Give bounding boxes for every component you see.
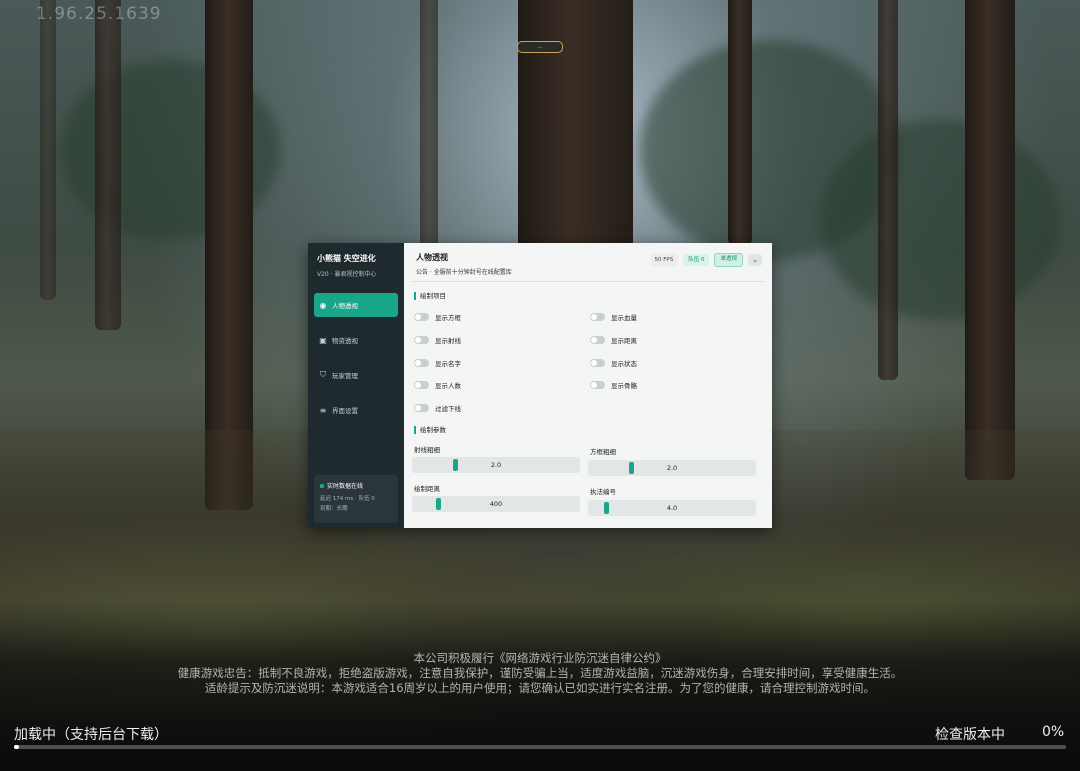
sidebar-item-player-management[interactable]: ⛉ 玩家管理 <box>314 363 398 387</box>
settings-icon: ≡ <box>319 405 327 415</box>
sidebar-item-label: 界面设置 <box>332 407 358 415</box>
shield-icon: ⛉ <box>320 370 326 379</box>
slider-value: 400 <box>489 500 503 508</box>
anti-addiction-pledge: 本公司积极履行《网络游戏行业防沉迷自律公约》 <box>413 651 667 665</box>
loading-percent: 0% <box>1042 724 1065 740</box>
tree-trunk <box>95 0 121 330</box>
sidebar-item-interface-settings[interactable]: ≡ 界面设置 <box>314 398 398 422</box>
toggle-show-count[interactable]: 显示人数 <box>414 380 461 390</box>
tree-trunk <box>420 0 438 250</box>
tree-trunk <box>40 0 56 300</box>
sidebar-item-player-esp[interactable]: ◉ 人物透视 <box>314 293 398 317</box>
status-title-row: 实时数据在线 <box>320 481 392 490</box>
version-check-status: 检查版本中 <box>935 727 1005 743</box>
toggle-label: 过滤下线 <box>435 405 461 413</box>
overlay-menu-window: 小熊猫 失空进化 V20 · 暴君视控制中心 ◉ 人物透视 ▣ 物资透视 ⛉ 玩… <box>308 243 772 528</box>
eye-icon: ◉ <box>319 300 327 310</box>
sidebar-item-label: 玩家管理 <box>332 372 358 380</box>
menu-subtitle: V20 · 暴君视控制中心 <box>317 271 377 278</box>
slider-label: 绘制距离 <box>414 485 440 493</box>
slider-enforce-number[interactable]: 4.0 <box>588 500 756 516</box>
tree-trunk <box>878 0 898 380</box>
toggle-switch[interactable] <box>414 404 429 412</box>
toggle-switch[interactable] <box>414 336 429 344</box>
sidebar-item-label: 人物透视 <box>332 302 358 310</box>
slider-value: 2.0 <box>666 464 678 472</box>
toggle-label: 显示人数 <box>435 382 461 390</box>
toggle-show-line[interactable]: 显示射线 <box>414 335 461 345</box>
team-badge: 队伍 0 <box>683 254 710 266</box>
toggle-label: 显示状态 <box>611 360 637 368</box>
toggle-filter-offline[interactable]: 过滤下线 <box>414 403 461 413</box>
toggle-show-health[interactable]: 显示血量 <box>590 312 637 322</box>
status-latency: 延迟 174 ms · 队伍 0 <box>320 496 375 502</box>
toggle-label: 显示射线 <box>435 337 461 345</box>
health-gaming-advice: 健康游戏忠告：抵制不良游戏，拒绝盗版游戏，注意自我保护，谨防受骗上当，适度游戏益… <box>177 666 903 680</box>
slider-label: 执法编号 <box>590 488 616 496</box>
tree-trunk <box>728 0 752 245</box>
sidebar-item-label: 物资透视 <box>332 337 358 345</box>
menu-brand: 小熊猫 失空进化 <box>317 254 376 263</box>
header-chips: 50 FPS 队伍 0 单透视 ⌄ <box>649 253 762 267</box>
toggle-show-skeleton[interactable]: 显示骨骼 <box>590 380 637 390</box>
toggle-label: 显示名字 <box>435 360 461 368</box>
slider-value: 2.0 <box>490 461 502 469</box>
header-divider <box>412 281 764 282</box>
loading-status: 加载中（支持后台下载） <box>14 727 168 743</box>
toggle-show-status[interactable]: 显示状态 <box>590 358 637 368</box>
menu-sidebar: 小熊猫 失空进化 V20 · 暴君视控制中心 ◉ 人物透视 ▣ 物资透视 ⛉ 玩… <box>308 243 404 528</box>
panel-title: 人物透视 <box>416 253 448 262</box>
slider-draw-distance[interactable]: 400 <box>412 496 580 512</box>
toggle-label: 显示方框 <box>435 314 461 322</box>
toggle-switch[interactable] <box>590 381 605 389</box>
loading-progress-bar <box>14 745 1066 749</box>
status-title: 实时数据在线 <box>327 483 364 490</box>
menu-main-panel: 人物透视 公告 · 全服前十分钟封号在线配置库 50 FPS 队伍 0 单透视 … <box>404 243 772 528</box>
toggle-switch[interactable] <box>590 359 605 367</box>
toggle-switch[interactable] <box>590 313 605 321</box>
version-label: 1.96.25.1639 <box>36 4 162 24</box>
toggle-switch[interactable] <box>414 313 429 321</box>
slider-label: 射线粗细 <box>414 446 440 454</box>
chevron-down-icon[interactable]: ⌄ <box>748 254 762 266</box>
toggle-label: 显示血量 <box>611 314 637 322</box>
toggle-show-name[interactable]: 显示名字 <box>414 358 461 368</box>
toggle-label: 显示距离 <box>611 337 637 345</box>
slider-value: 4.0 <box>666 504 678 512</box>
box-icon: ▣ <box>319 335 327 345</box>
status-expiry: 到期：长期 <box>320 506 348 512</box>
panel-notice: 公告 · 全服前十分钟封号在线配置库 <box>416 269 512 276</box>
toggle-label: 显示骨骼 <box>611 382 637 390</box>
live-status-card: 实时数据在线 延迟 174 ms · 队伍 0 到期：长期 <box>314 475 398 523</box>
foliage <box>820 120 1060 320</box>
online-dot-icon <box>320 483 324 488</box>
top-status-pill[interactable]: ... <box>517 41 563 53</box>
toggle-switch[interactable] <box>590 336 605 344</box>
slider-line-thickness[interactable]: 2.0 <box>412 457 580 473</box>
loading-progress-fill <box>14 745 20 749</box>
section-draw-items: 绘制项目 <box>414 292 446 300</box>
mode-button[interactable]: 单透视 <box>714 253 743 267</box>
sidebar-item-item-esp[interactable]: ▣ 物资透视 <box>314 328 398 352</box>
toggle-show-distance[interactable]: 显示距离 <box>590 335 637 345</box>
toggle-switch[interactable] <box>414 381 429 389</box>
toggle-show-box[interactable]: 显示方框 <box>414 312 461 322</box>
tree-trunk <box>965 0 1015 480</box>
section-draw-params: 绘制参数 <box>414 426 446 434</box>
slider-label: 方框粗细 <box>590 448 616 456</box>
tree-trunk <box>518 0 633 250</box>
age-rating-notice: 适龄提示及防沉迷说明：本游戏适合16周岁以上的用户使用；请您确认已如实进行实名注… <box>204 681 876 695</box>
fps-badge: 50 FPS <box>649 254 679 266</box>
slider-box-thickness[interactable]: 2.0 <box>588 460 756 476</box>
toggle-switch[interactable] <box>414 359 429 367</box>
